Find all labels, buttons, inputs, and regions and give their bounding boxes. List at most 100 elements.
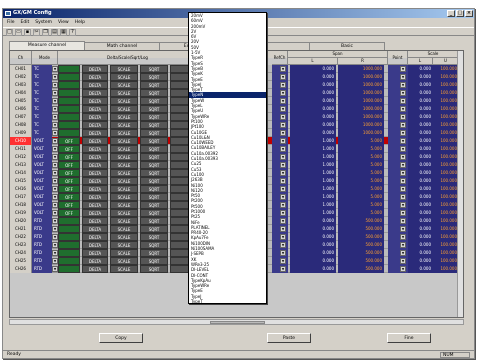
mode-cell[interactable]: TC [32,89,52,97]
delta-button[interactable]: DELTA [82,193,108,201]
span-lower[interactable]: 0.000 [290,97,336,105]
mode-cell[interactable]: RTD [32,265,52,273]
scale-upper[interactable]: 100.000 [433,257,459,265]
span-upper[interactable]: 500.000 [338,217,384,225]
scale-lower[interactable]: 0.000 [408,233,433,241]
off-button[interactable] [58,225,80,233]
span-upper[interactable]: 500.000 [338,225,384,233]
span-upper[interactable]: 500.000 [338,249,384,257]
scale-lower[interactable]: 0.000 [408,153,433,161]
scale-lower[interactable]: 0.000 [408,217,433,225]
chevron-down-icon[interactable]: ▼ [400,66,406,72]
mode-cell[interactable]: TC [32,129,52,137]
span-upper[interactable]: 5.000 [338,137,384,145]
span-upper[interactable]: 500.000 [338,257,384,265]
scale-upper[interactable]: 100.000 [433,169,459,177]
input-range-dropdown[interactable]: 20mV 60mV 200mV 2V 6V 20V 50V 1-5V TypeR TypeS Typ… [188,12,267,304]
off-button[interactable] [58,249,80,257]
delta-button[interactable]: DELTA [82,265,108,273]
delta-button[interactable]: DELTA [82,137,108,145]
mode-cell[interactable]: VOLT [32,161,52,169]
delta-button[interactable]: DELTA [82,89,108,97]
delta-button[interactable]: DELTA [82,217,108,225]
off-button[interactable]: OFF [58,185,80,193]
delta-button[interactable]: DELTA [82,185,108,193]
delta-button[interactable]: DELTA [82,241,108,249]
menu-edit[interactable]: Edit [21,19,30,26]
span-lower[interactable]: 0.000 [290,65,336,73]
tab-basic[interactable]: Basic [309,42,385,50]
span-upper[interactable]: 1000.000 [338,105,384,113]
off-button[interactable] [58,81,80,89]
chevron-down-icon[interactable]: ▼ [280,66,286,72]
scale-button[interactable]: SCALE [110,89,138,97]
off-button[interactable] [58,73,80,81]
span-upper[interactable]: 5.000 [338,161,384,169]
sqrt-button[interactable]: SQRT [140,105,168,113]
chevron-down-icon[interactable]: ▼ [400,210,406,216]
sqrt-button[interactable]: SQRT [140,209,168,217]
sqrt-button[interactable]: SQRT [140,97,168,105]
sqrt-button[interactable]: SQRT [140,193,168,201]
span-lower[interactable]: 1.000 [290,169,336,177]
delta-button[interactable]: DELTA [82,81,108,89]
scale-lower[interactable]: 0.000 [408,81,433,89]
delta-button[interactable]: DELTA [82,113,108,121]
chevron-down-icon[interactable]: ▼ [280,98,286,104]
chevron-down-icon[interactable]: ▼ [400,242,406,248]
scale-lower[interactable]: 0.000 [408,193,433,201]
delta-button[interactable]: DELTA [82,121,108,129]
scale-lower[interactable]: 0.000 [408,177,433,185]
off-button[interactable] [58,89,80,97]
chevron-down-icon[interactable]: ▼ [400,226,406,232]
delta-button[interactable]: DELTA [82,97,108,105]
sqrt-button[interactable]: SQRT [140,129,168,137]
scale-button[interactable]: SCALE [110,209,138,217]
scale-upper[interactable]: 100.000 [433,177,459,185]
mode-cell[interactable]: TC [32,65,52,73]
chevron-down-icon[interactable]: ▼ [280,74,286,80]
chevron-down-icon[interactable]: ▼ [280,194,286,200]
chevron-down-icon[interactable]: ▼ [400,266,406,272]
chevron-down-icon[interactable]: ▼ [280,250,286,256]
chevron-down-icon[interactable]: ▼ [400,130,406,136]
scale-upper[interactable]: 100.000 [433,225,459,233]
span-upper[interactable]: 1000.000 [338,113,384,121]
mode-cell[interactable]: TC [32,105,52,113]
scale-upper[interactable]: 100.000 [433,193,459,201]
sqrt-button[interactable]: SQRT [140,249,168,257]
chevron-down-icon[interactable]: ▼ [400,178,406,184]
span-lower[interactable]: 0.000 [290,225,336,233]
span-upper[interactable]: 500.000 [338,241,384,249]
scale-lower[interactable]: 0.000 [408,97,433,105]
off-button[interactable]: OFF [58,153,80,161]
span-upper[interactable]: 5.000 [338,201,384,209]
scale-button[interactable]: SCALE [110,177,138,185]
chevron-down-icon[interactable]: ▼ [280,186,286,192]
scale-lower[interactable]: 0.000 [408,161,433,169]
mode-cell[interactable]: VOLT [32,201,52,209]
scale-upper[interactable]: 100.000 [433,81,459,89]
chevron-down-icon[interactable]: ▼ [400,82,406,88]
delta-button[interactable]: DELTA [82,73,108,81]
off-button[interactable]: OFF [58,169,80,177]
scale-upper[interactable]: 100.000 [433,65,459,73]
delta-button[interactable]: DELTA [82,177,108,185]
delta-button[interactable]: DELTA [82,169,108,177]
dropdown-option[interactable]: TypeT [189,299,266,303]
scale-lower[interactable]: 0.000 [408,65,433,73]
sqrt-button[interactable]: SQRT [140,153,168,161]
help-icon[interactable]: ? [69,29,76,36]
scale-upper[interactable]: 100.000 [433,201,459,209]
mode-cell[interactable]: TC [32,113,52,121]
chevron-down-icon[interactable]: ▼ [280,162,286,168]
chevron-down-icon[interactable]: ▼ [280,170,286,176]
scale-lower[interactable]: 0.000 [408,145,433,153]
scale-upper[interactable]: 100.000 [433,233,459,241]
scale-lower[interactable]: 0.000 [408,73,433,81]
delta-button[interactable]: DELTA [82,233,108,241]
chevron-down-icon[interactable]: ▼ [280,122,286,128]
scale-upper[interactable]: 100.000 [433,129,459,137]
sqrt-button[interactable]: SQRT [140,73,168,81]
scale-upper[interactable]: 100.000 [433,185,459,193]
